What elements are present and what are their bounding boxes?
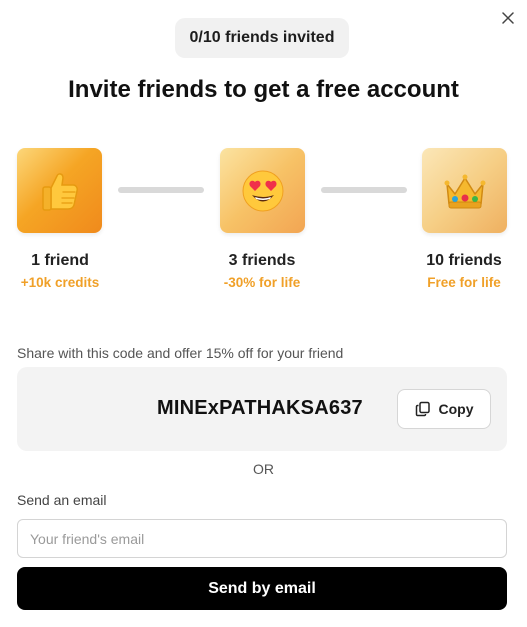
tier-2-tile [220,148,305,233]
tier-1-name: 1 friend [31,252,89,269]
heart-eyes-face-icon [242,170,283,211]
tier-3-tile [422,148,507,233]
share-code-label: Share with this code and offer 15% off f… [17,345,344,361]
tier-2-name: 3 friends [228,252,296,269]
send-by-email-button[interactable]: Send by email [17,567,507,610]
or-divider: OR [253,461,274,477]
email-label: Send an email [17,492,107,508]
referral-code-box: MINExPATHAKSA637 Copy [17,367,507,451]
page-title: Invite friends to get a free account [68,76,459,103]
invite-counter-text: 0/10 friends invited [189,29,335,46]
tier-3-reward: Free for life [427,275,501,290]
referral-code: MINExPATHAKSA637 [157,397,363,419]
tier-3-name: 10 friends [426,252,502,269]
crown-icon [444,174,485,208]
tier-1-reward: +10k credits [20,275,100,290]
progress-connector-1 [118,187,204,193]
invite-counter-badge: 0/10 friends invited [175,18,349,58]
tier-1-tile [17,148,102,233]
tier-2-reward: -30% for life [223,275,301,290]
close-button[interactable] [499,9,517,27]
copy-button[interactable]: Copy [397,389,491,429]
progress-connector-2 [321,187,407,193]
email-field[interactable] [17,519,507,558]
close-icon [502,12,514,24]
copy-button-label: Copy [438,401,474,417]
thumbs-up-icon [41,172,78,211]
copy-icon [415,401,430,417]
